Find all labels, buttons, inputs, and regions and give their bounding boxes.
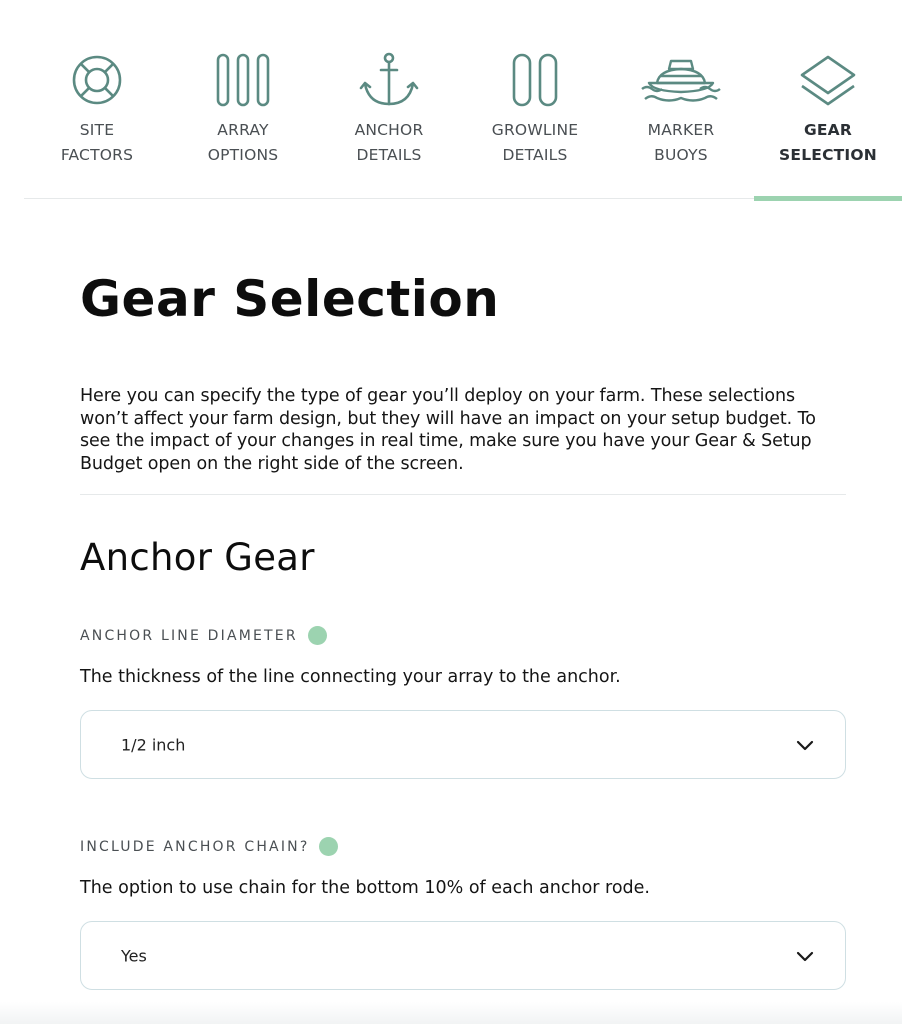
tab-label: GEAR SELECTION: [779, 121, 877, 164]
include-anchor-chain-description: The option to use chain for the bottom 1…: [80, 878, 650, 898]
anchor-icon: [349, 50, 429, 110]
anchor-line-diameter-select[interactable]: 1/2 inch: [80, 710, 846, 779]
field-label-text: INCLUDE ANCHOR CHAIN?: [80, 838, 310, 855]
growline-icon: [495, 50, 575, 110]
tab-site-factors[interactable]: SITE FACTORS: [24, 0, 170, 199]
tab-growline-details[interactable]: GROWLINE DETAILS: [462, 0, 608, 199]
field-label-text: ANCHOR LINE DIAMETER: [80, 627, 298, 644]
tab-label: MARKER BUOYS: [647, 121, 715, 164]
intro-text: Here you can specify the type of gear yo…: [80, 386, 816, 474]
buoy-icon: [641, 50, 721, 110]
step-tab-bar: SITE FACTORS ARRAY OPTIONS ANCHOR DETAIL…: [24, 0, 902, 201]
chevron-down-icon: [796, 740, 814, 750]
section-title: Anchor Gear: [80, 536, 315, 579]
anchor-line-diameter-label: ANCHOR LINE DIAMETER: [80, 626, 327, 645]
include-anchor-chain-select[interactable]: Yes: [80, 921, 846, 990]
divider: [80, 494, 846, 495]
page-title: Gear Selection: [80, 270, 500, 328]
include-anchor-chain-label: INCLUDE ANCHOR CHAIN?: [80, 837, 339, 856]
select-value: Yes: [121, 946, 147, 965]
chevron-down-icon: [796, 951, 814, 961]
info-dot-icon[interactable]: [319, 837, 339, 856]
lifebuoy-icon: [57, 50, 137, 110]
array-icon: [203, 50, 283, 110]
info-dot-icon[interactable]: [307, 626, 327, 645]
tab-label: SITE FACTORS: [60, 121, 134, 164]
tab-gear-selection[interactable]: GEAR SELECTION: [754, 0, 902, 201]
tab-array-options[interactable]: ARRAY OPTIONS: [170, 0, 316, 199]
tab-label: ARRAY OPTIONS: [207, 121, 279, 164]
layers-icon: [788, 50, 868, 110]
anchor-line-diameter-description: The thickness of the line connecting you…: [80, 667, 621, 687]
tab-anchor-details[interactable]: ANCHOR DETAILS: [316, 0, 462, 199]
tab-marker-buoys[interactable]: MARKER BUOYS: [608, 0, 754, 199]
select-value: 1/2 inch: [121, 735, 186, 754]
tab-label: GROWLINE DETAILS: [491, 121, 579, 164]
bottom-fade: [0, 1002, 902, 1024]
tab-label: ANCHOR DETAILS: [354, 121, 424, 164]
